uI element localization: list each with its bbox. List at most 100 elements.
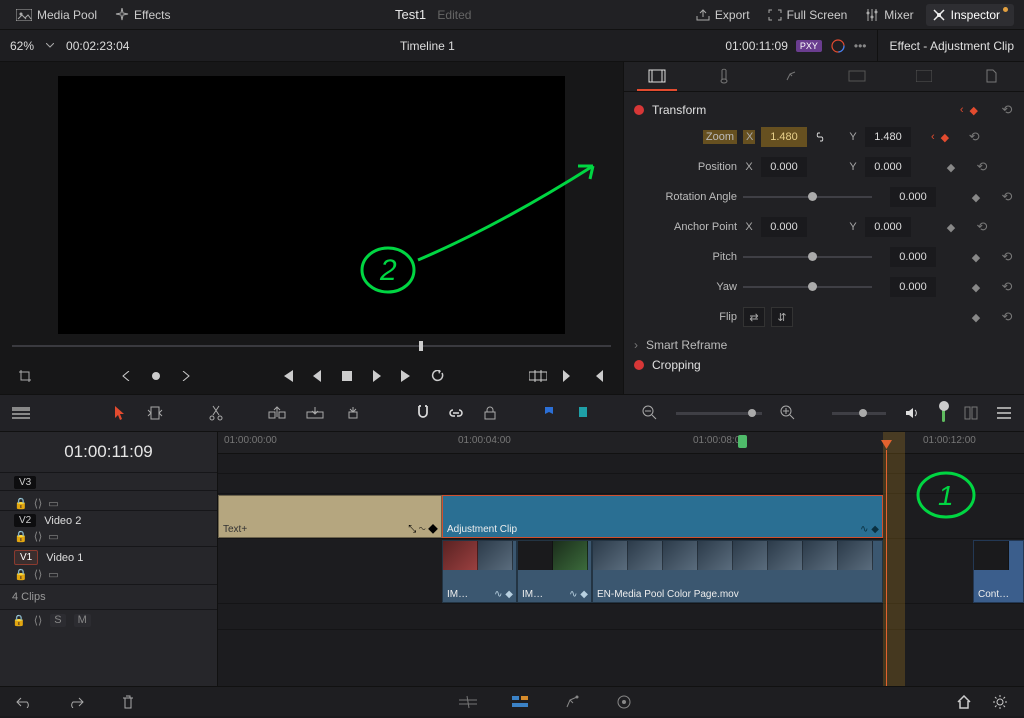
crop-icon[interactable]: [16, 367, 34, 385]
anchor-x-field[interactable]: [761, 217, 807, 237]
tab-image[interactable]: [904, 63, 944, 91]
settings-button[interactable]: [990, 692, 1010, 712]
reset-icon[interactable]: ⟲: [967, 129, 981, 145]
auto-select-icon[interactable]: ⟨⟩: [34, 497, 43, 510]
zoom-out-icon[interactable]: [642, 403, 658, 423]
cropping-section-header[interactable]: Cropping: [634, 354, 1014, 376]
loop-button[interactable]: [428, 367, 446, 385]
media-pool-button[interactable]: Media Pool: [10, 4, 103, 26]
color-page-icon[interactable]: [614, 692, 634, 712]
kf-diamond[interactable]: ◆: [970, 191, 982, 204]
reset-icon[interactable]: ⟲: [1000, 309, 1014, 325]
yaw-slider[interactable]: [743, 286, 872, 288]
undo-button[interactable]: [14, 692, 34, 712]
reset-icon[interactable]: ⟲: [1000, 189, 1014, 205]
prev-clip-button[interactable]: [589, 367, 607, 385]
video-clip-right[interactable]: Cont…: [973, 540, 1024, 603]
track-view-icon[interactable]: ▭: [48, 497, 58, 510]
v1-badge[interactable]: V1: [14, 550, 38, 565]
selection-tool[interactable]: [113, 403, 129, 423]
solo-button[interactable]: S: [50, 614, 65, 627]
prev-keyframe-icon[interactable]: ‹: [960, 104, 964, 116]
reset-icon[interactable]: ⟲: [975, 159, 989, 175]
lock-icon[interactable]: 🔒: [14, 497, 28, 510]
timeline-name[interactable]: Timeline 1: [400, 39, 455, 53]
link-icon[interactable]: [813, 130, 841, 144]
reset-icon[interactable]: ⟲: [1000, 249, 1014, 265]
reset-icon[interactable]: ⟲: [1000, 102, 1014, 118]
next-mark-button[interactable]: [177, 367, 195, 385]
insert-button[interactable]: [529, 367, 547, 385]
auto-select-icon[interactable]: ⟨⟩: [34, 614, 43, 627]
delete-button[interactable]: [118, 692, 138, 712]
lock-icon[interactable]: 🔒: [12, 614, 26, 627]
yaw-field[interactable]: [890, 277, 936, 297]
viewer-canvas[interactable]: 2: [58, 76, 565, 334]
video-clip-2[interactable]: IM…∿ ◆: [517, 540, 592, 603]
record-button[interactable]: [147, 367, 165, 385]
v3-badge[interactable]: V3: [14, 476, 36, 489]
position-x-field[interactable]: [761, 157, 807, 177]
inspector-button[interactable]: Inspector: [926, 4, 1014, 26]
stop-button[interactable]: [338, 367, 356, 385]
playhead[interactable]: [886, 450, 887, 686]
scrub-track[interactable]: [12, 345, 611, 347]
zoom-in-icon[interactable]: [780, 403, 796, 423]
fullscreen-button[interactable]: Full Screen: [762, 4, 854, 26]
mute-button[interactable]: M: [74, 614, 91, 627]
lock-icon[interactable]: 🔒: [14, 568, 28, 581]
viewer-timecode[interactable]: 01:00:11:09: [725, 39, 788, 53]
cut-page-icon[interactable]: [458, 692, 478, 712]
kf-diamond[interactable]: ◆: [970, 281, 982, 294]
flag-teal-icon[interactable]: [575, 403, 591, 423]
prev-kf-icon[interactable]: ‹: [931, 131, 935, 143]
rotation-field[interactable]: [890, 187, 936, 207]
track-view-icon[interactable]: ▭: [48, 530, 58, 543]
color-wheel-icon[interactable]: [830, 38, 846, 54]
viewer-scrub[interactable]: [0, 334, 623, 358]
timeline-tracks[interactable]: 01:00:00:00 01:00:04:00 01:00:08:00 01:0…: [218, 432, 1024, 686]
edit-page-icon[interactable]: [510, 692, 530, 712]
tab-transition[interactable]: [837, 63, 877, 91]
rotation-slider[interactable]: [743, 196, 872, 198]
goto-start-button[interactable]: [278, 367, 296, 385]
tab-video[interactable]: [637, 63, 677, 91]
tab-audio[interactable]: [704, 63, 744, 91]
section-enabled-dot[interactable]: [634, 105, 644, 115]
smart-reframe-section[interactable]: › Smart Reframe: [634, 332, 1014, 354]
ellipsis-icon[interactable]: •••: [854, 39, 867, 53]
snap-icon[interactable]: [415, 403, 431, 423]
video-clip-3[interactable]: EN-Media Pool Color Page.mov: [592, 540, 883, 603]
effects-button[interactable]: Effects: [109, 4, 176, 26]
lock-icon[interactable]: [482, 403, 498, 423]
tab-file[interactable]: [971, 63, 1011, 91]
auto-select-icon[interactable]: ⟨⟩: [34, 568, 43, 581]
home-button[interactable]: [954, 692, 974, 712]
anchor-y-field[interactable]: [865, 217, 911, 237]
section-enabled-dot[interactable]: [634, 360, 644, 370]
blade-tool[interactable]: [208, 403, 224, 423]
tab-effects[interactable]: [771, 63, 811, 91]
insert-clip-icon[interactable]: [267, 403, 287, 423]
chevron-down-icon[interactable]: [46, 43, 54, 48]
position-y-field[interactable]: [865, 157, 911, 177]
kf-diamond[interactable]: ◆: [945, 221, 957, 234]
zoom-slider[interactable]: [676, 412, 762, 415]
timeline-view-icon[interactable]: [12, 403, 30, 423]
reset-icon[interactable]: ⟲: [1000, 279, 1014, 295]
text-clip[interactable]: Text+ ⤡ ∿ ◆: [218, 495, 442, 538]
dual-view-icon[interactable]: [963, 403, 979, 423]
kf-diamond[interactable]: ◆: [941, 131, 949, 144]
pitch-slider[interactable]: [743, 256, 872, 258]
volume-icon[interactable]: [904, 403, 920, 423]
overwrite-clip-icon[interactable]: [305, 403, 325, 423]
track-height-slider[interactable]: [832, 412, 886, 415]
auto-select-icon[interactable]: ⟨⟩: [34, 530, 43, 543]
link-icon[interactable]: [448, 403, 464, 423]
prev-mark-button[interactable]: [117, 367, 135, 385]
adjustment-clip[interactable]: Adjustment Clip ∿ ◆: [442, 495, 883, 538]
marker-icon[interactable]: [738, 435, 747, 448]
scrub-handle[interactable]: [419, 341, 423, 351]
menu-icon[interactable]: [996, 403, 1012, 423]
reset-icon[interactable]: ⟲: [975, 219, 989, 235]
